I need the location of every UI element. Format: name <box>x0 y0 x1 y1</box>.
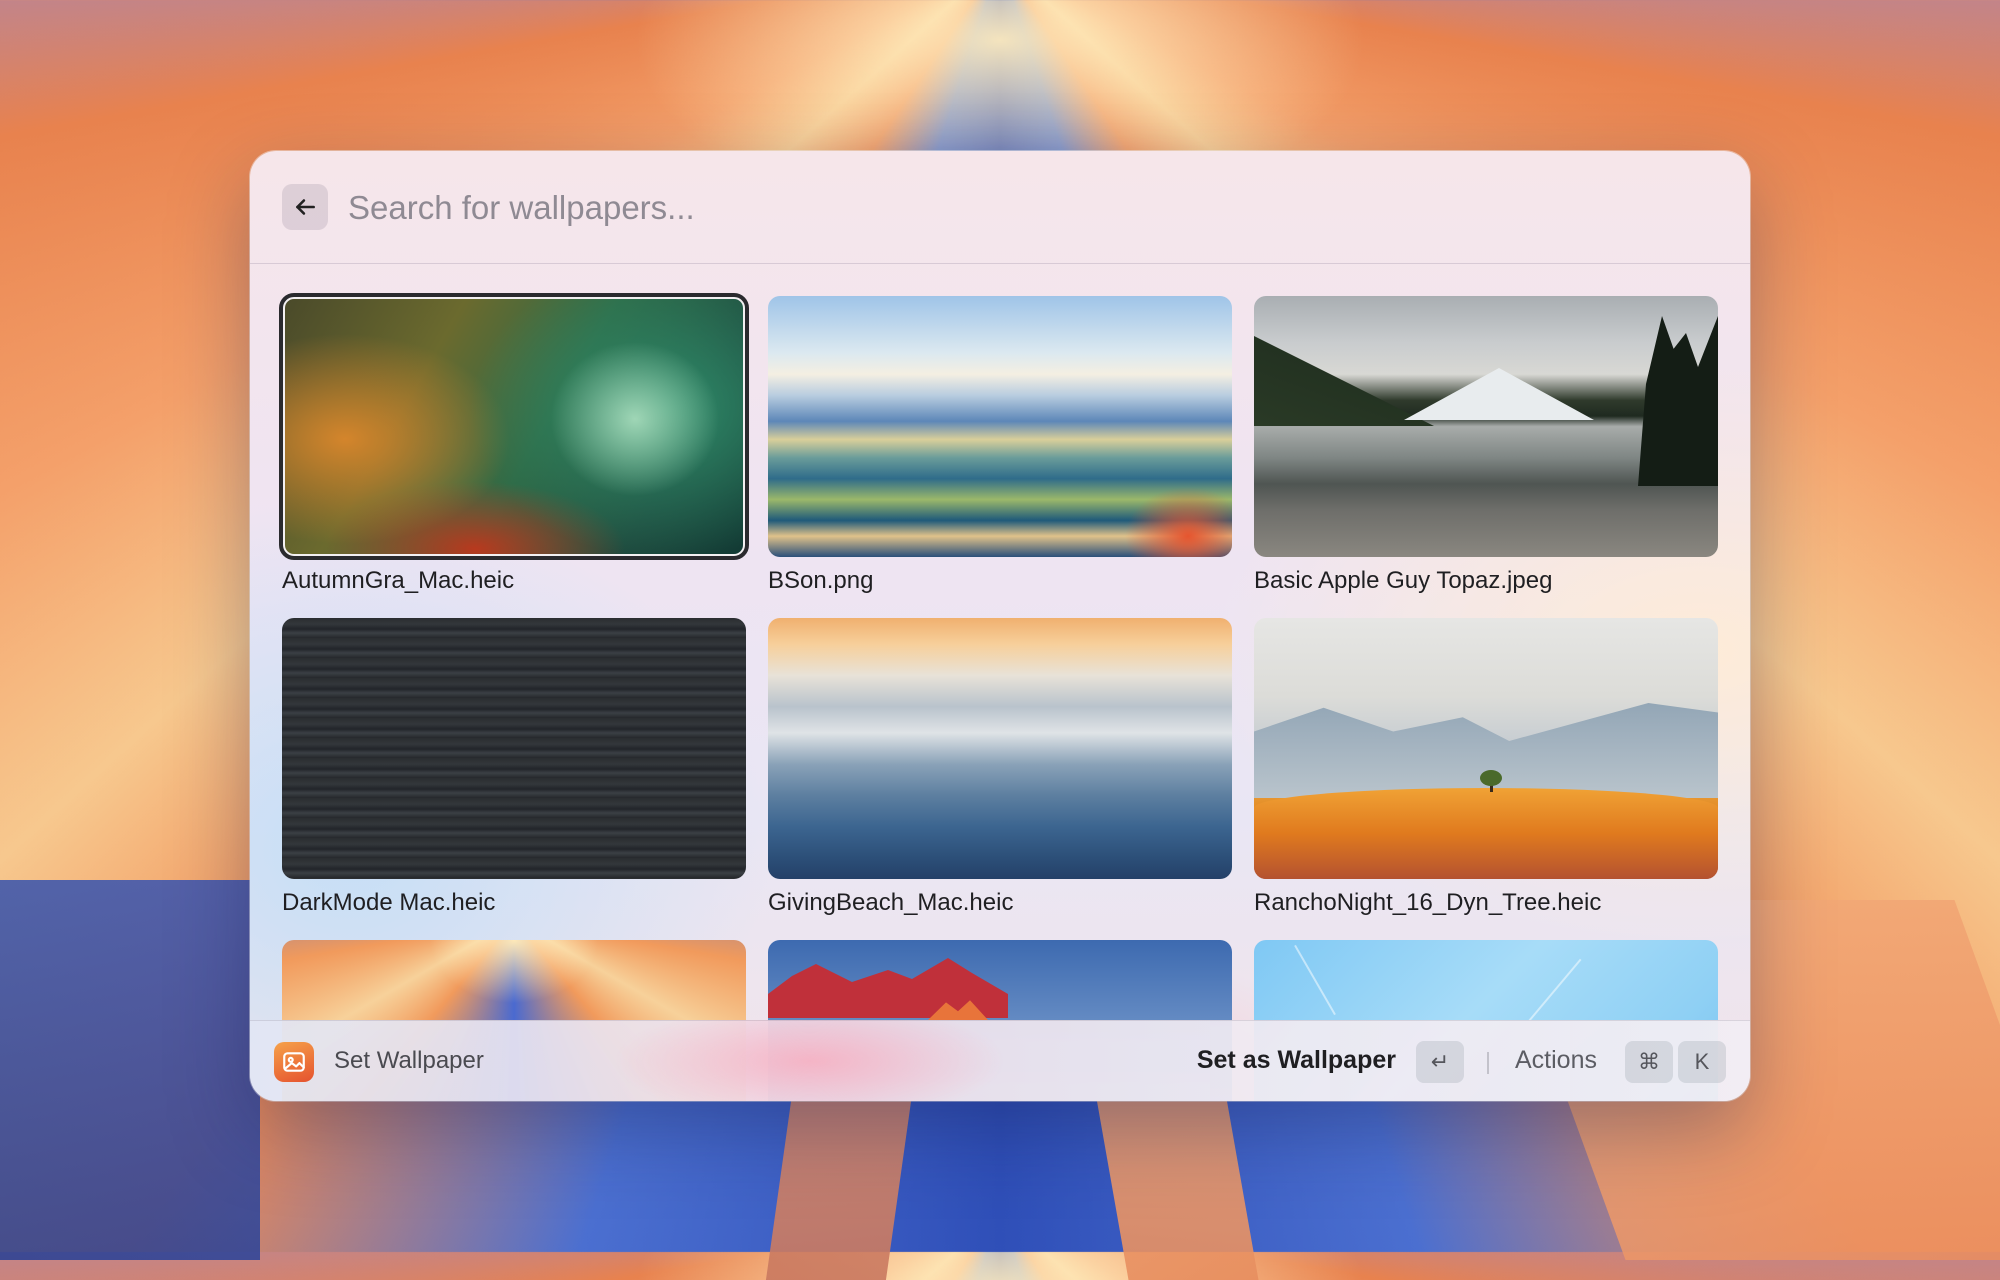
wallpaper-thumbnail[interactable] <box>282 618 746 879</box>
wallpaper-tile[interactable]: DarkMode Mac.heic <box>282 618 746 917</box>
arrow-left-icon <box>296 199 315 215</box>
wallpaper-thumbnail[interactable] <box>768 296 1232 557</box>
wallpaper-filename: GivingBeach_Mac.heic <box>768 889 1014 916</box>
app-icon <box>274 1042 314 1082</box>
enter-key-hint: ↵ <box>1416 1041 1464 1083</box>
image-icon <box>283 1052 305 1072</box>
wallpaper-tile[interactable]: GivingBeach_Mac.heic <box>768 618 1232 917</box>
wallpaper-grid[interactable]: AutumnGra_Mac.heic BSon.png Basic Apple Gu… <box>250 264 1750 1101</box>
wallpaper-picker-window: AutumnGra_Mac.heic BSon.png Basic Apple Gu… <box>250 151 1750 1101</box>
wallpaper-thumbnail[interactable] <box>1254 618 1718 879</box>
set-as-wallpaper-action[interactable]: Set as Wallpaper <box>1197 1046 1396 1075</box>
wallpaper-tile[interactable]: Basic Apple Guy Topaz.jpeg <box>1254 296 1718 595</box>
wallpaper-filename: BSon.png <box>768 567 874 594</box>
wallpaper-ray <box>0 880 260 1260</box>
wallpaper-thumbnail[interactable] <box>279 293 749 560</box>
wallpaper-filename: AutumnGra_Mac.heic <box>282 567 515 594</box>
wallpaper-thumbnail[interactable] <box>768 618 1232 879</box>
search-input[interactable] <box>346 181 1710 235</box>
wallpaper-filename: DarkMode Mac.heic <box>282 889 496 916</box>
action-bar: Set Wallpaper Set as Wallpaper ↵ Actions… <box>250 1020 1750 1101</box>
wallpaper-tile[interactable]: BSon.png <box>768 296 1232 595</box>
wallpaper-thumbnail[interactable] <box>1254 296 1718 557</box>
wallpaper-tile[interactable]: RanchoNight_16_Dyn_Tree.heic <box>1254 618 1718 917</box>
divider <box>1487 1052 1489 1074</box>
search-bar <box>250 151 1750 264</box>
k-key-hint: K <box>1678 1041 1726 1083</box>
wallpaper-ray <box>1091 1070 1259 1280</box>
actions-button[interactable]: Actions <box>1515 1046 1597 1075</box>
wallpaper-filename: RanchoNight_16_Dyn_Tree.heic <box>1254 889 1602 916</box>
command-title: Set Wallpaper <box>334 1047 484 1074</box>
wallpaper-ray <box>765 1080 915 1280</box>
command-key-hint: ⌘ <box>1625 1041 1673 1083</box>
wallpaper-tile[interactable]: AutumnGra_Mac.heic <box>279 293 749 595</box>
back-button[interactable] <box>282 184 328 230</box>
wallpaper-filename: Basic Apple Guy Topaz.jpeg <box>1254 567 1553 594</box>
